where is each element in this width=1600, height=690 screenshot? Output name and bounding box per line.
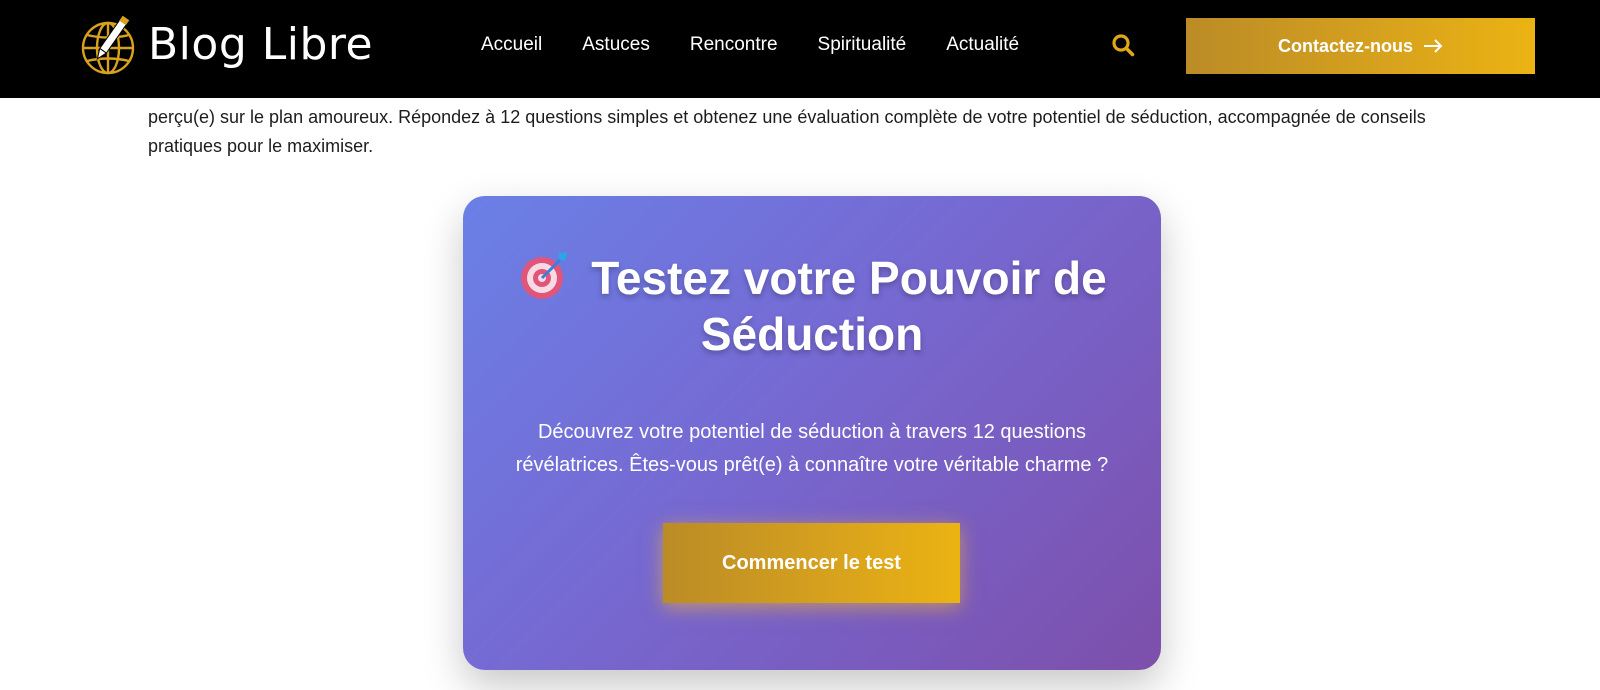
quiz-description: Découvrez votre potentiel de séduction à…	[515, 421, 1109, 476]
globe-pencil-icon	[81, 15, 135, 75]
search-icon[interactable]	[1111, 33, 1135, 57]
nav-item-rencontre[interactable]: Rencontre	[690, 34, 778, 56]
logo-text: Blog Libre	[148, 19, 374, 70]
contact-button[interactable]: Contactez-nous	[1186, 18, 1535, 74]
intro-paragraph: perçu(e) sur le plan amoureux. Répondez …	[148, 107, 1426, 156]
nav-item-spiritualite[interactable]: Spiritualité	[818, 34, 907, 56]
nav-item-astuces[interactable]: Astuces	[582, 34, 650, 56]
quiz-title: Testez votre Pouvoir de Séduction	[503, 248, 1121, 362]
seduction-quiz-card: Testez votre Pouvoir de Séduction Découv…	[463, 196, 1161, 670]
site-logo[interactable]: Blog Libre	[80, 12, 373, 78]
quiz-title-text: Testez votre Pouvoir de Séduction	[591, 252, 1107, 360]
start-test-label: Commencer le test	[722, 551, 901, 574]
nav-item-accueil[interactable]: Accueil	[481, 34, 542, 56]
nav-item-actualite[interactable]: Actualité	[946, 34, 1019, 56]
start-test-button[interactable]: Commencer le test	[663, 523, 960, 603]
main-nav: Accueil Astuces Rencontre Spiritualité A…	[481, 0, 1059, 90]
contact-button-label: Contactez-nous	[1278, 35, 1413, 56]
site-header: Blog Libre Accueil Astuces Rencontre Spi…	[0, 0, 1600, 98]
target-icon	[521, 252, 568, 299]
arrow-right-icon	[1424, 39, 1443, 53]
